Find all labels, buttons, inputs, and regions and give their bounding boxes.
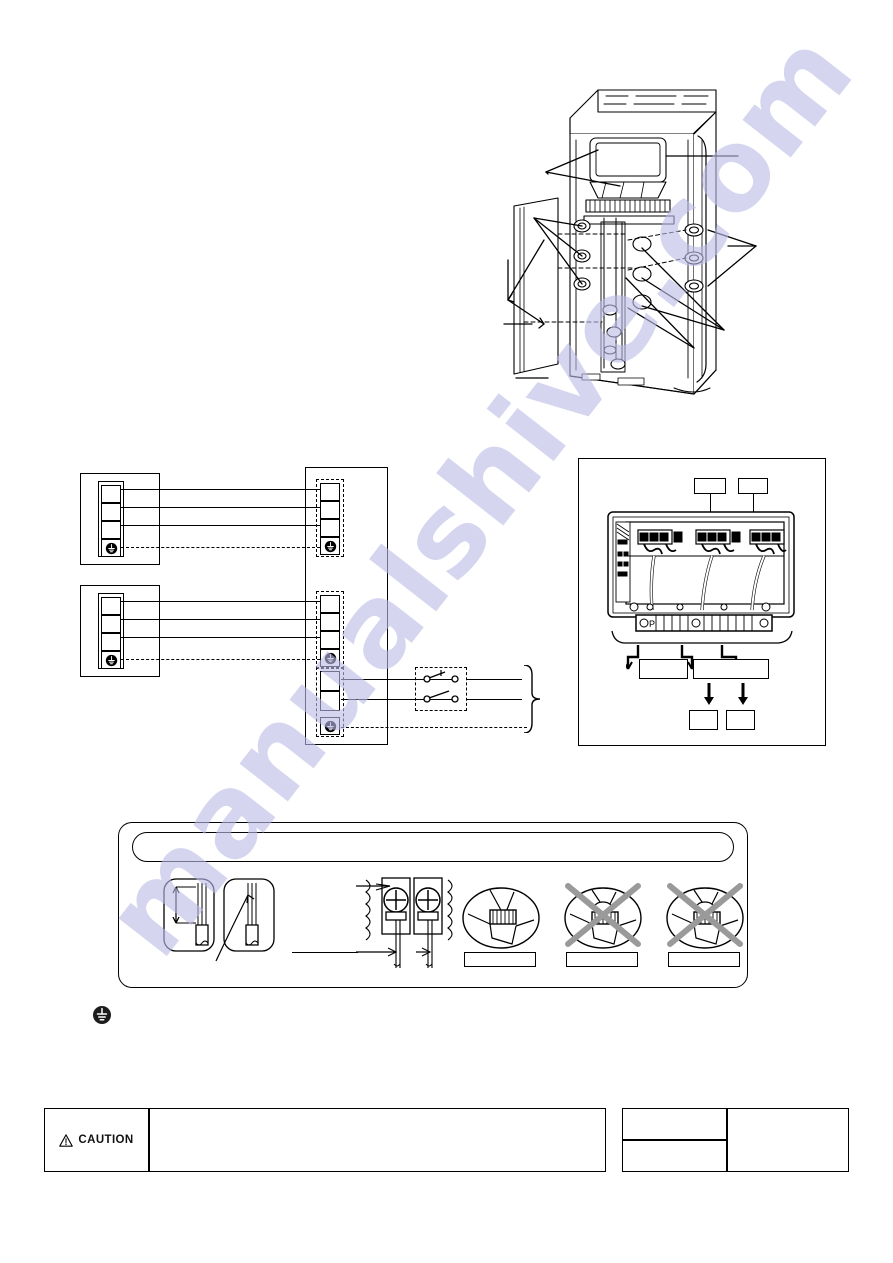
example-label-2 [566, 952, 638, 967]
earth-note [92, 1005, 112, 1025]
supply-earth-wire [341, 727, 527, 728]
example-label-1 [464, 952, 536, 967]
instruction-panel [118, 822, 748, 988]
example-label-3 [668, 952, 740, 967]
example-ng-figure-1 [564, 883, 642, 949]
terminal [320, 613, 340, 631]
earth-terminal [320, 717, 340, 735]
terminal [101, 503, 121, 521]
earth-terminal [101, 539, 121, 557]
wire [121, 601, 320, 602]
control-box-mid-label-1 [639, 659, 688, 679]
terminal [320, 519, 340, 537]
wire-strip-figure [163, 878, 275, 962]
control-box-arrows-bottom [704, 683, 748, 705]
screw-terminal-figure [356, 877, 453, 968]
side-table-left-row-2 [622, 1140, 727, 1172]
wire [121, 525, 320, 526]
terminal [101, 615, 121, 633]
caution-text: CAUTION [78, 1134, 134, 1146]
side-table-left-row-1 [622, 1108, 727, 1140]
earth-terminal [101, 651, 121, 669]
wire [467, 679, 522, 680]
side-table-right-cell [727, 1108, 849, 1172]
instruction-title-bar [132, 832, 734, 862]
control-box-panel: P [578, 458, 826, 746]
terminal [101, 521, 121, 539]
terminal [101, 597, 121, 615]
control-box-bottom-label-1 [689, 710, 718, 730]
control-box-bottom-label-2 [726, 710, 755, 730]
protective-earth-icon [93, 1006, 111, 1024]
wiring-diagram [60, 455, 580, 755]
terminal [320, 483, 340, 501]
earth-terminal [320, 649, 340, 667]
manual-page: manualshive.com P CAUTION [0, 0, 893, 1263]
control-box-drawing: P [607, 511, 795, 644]
control-box-top-label-1 [694, 478, 726, 494]
terminal [101, 633, 121, 651]
wire [121, 489, 320, 490]
wire [467, 699, 522, 700]
wire [121, 507, 320, 508]
terminal [320, 671, 340, 691]
screw-terminal-leader [292, 952, 358, 953]
svg-text:P: P [649, 619, 655, 629]
earth-icon [105, 654, 117, 666]
wire [121, 637, 320, 638]
switch-icon [423, 670, 459, 703]
caution-label: CAUTION [44, 1108, 149, 1172]
earth-icon [324, 720, 336, 732]
control-box-mid-label-2 [693, 659, 769, 679]
terminal [320, 501, 340, 519]
earth-icon [324, 540, 336, 552]
earth-wire [121, 659, 320, 660]
example-ng-figure-2 [666, 883, 744, 949]
earth-icon [105, 542, 117, 554]
caution-body [149, 1108, 606, 1172]
wire [121, 619, 320, 620]
earth-terminal [320, 537, 340, 555]
supply-brace [523, 665, 541, 733]
terminal [320, 595, 340, 613]
terminal [320, 691, 340, 711]
warning-triangle-icon [59, 1133, 74, 1147]
outdoor-unit-illustration [498, 78, 766, 396]
caution-row: CAUTION [44, 1108, 849, 1172]
earth-wire [121, 547, 320, 548]
earth-icon [324, 652, 336, 664]
control-box-top-label-2 [738, 478, 768, 494]
terminal [101, 485, 121, 503]
terminal [320, 631, 340, 649]
example-ok-figure [462, 887, 540, 949]
